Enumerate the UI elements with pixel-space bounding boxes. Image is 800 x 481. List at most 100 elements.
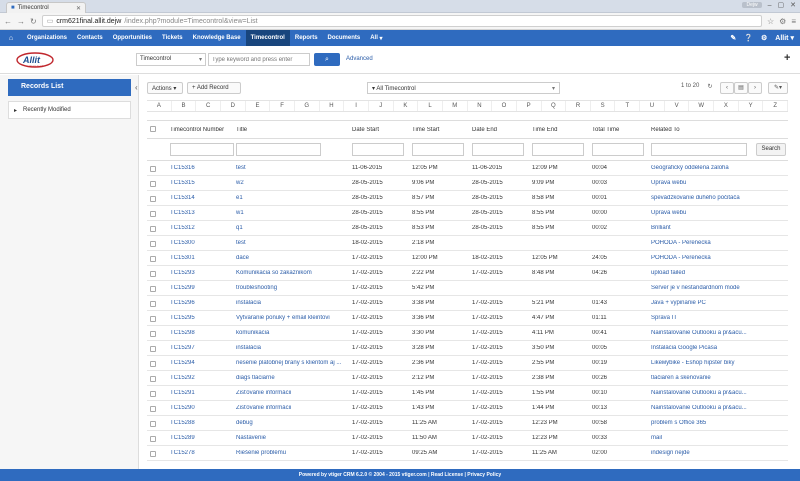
module-select[interactable]: Timecontrol ▾ (136, 53, 206, 66)
row-checkbox[interactable] (150, 361, 156, 367)
url-field[interactable]: ▭ crm621final.allit.dejw/index.php?modul… (41, 15, 762, 27)
cell-rel[interactable]: POHODA - Perenecká (651, 255, 756, 261)
cell-title[interactable]: instalacia (236, 300, 348, 306)
settings-icon[interactable]: ⚙ (779, 17, 786, 26)
cell-title[interactable]: komunikacia (236, 330, 348, 336)
row-checkbox[interactable] (150, 211, 156, 217)
col-timecontrol-number[interactable]: Timecontrol Number (170, 127, 232, 133)
filter-title-input[interactable] (236, 143, 321, 156)
alphabet-letter-x[interactable]: X (714, 101, 739, 111)
filter-time-start-input[interactable] (412, 143, 464, 156)
alphabet-letter-l[interactable]: L (418, 101, 443, 111)
cell-rel[interactable]: upload failed (651, 270, 756, 276)
col-date-end[interactable]: Date End (472, 127, 528, 133)
cell-num[interactable]: TC15298 (170, 330, 232, 336)
table-row[interactable]: TC15313 w1 28-05-2015 8:55 PM 28-05-2015 8:55… (147, 206, 788, 221)
cell-title[interactable]: w1 (236, 210, 348, 216)
cell-num[interactable]: TC15316 (170, 165, 232, 171)
alphabet-letter-c[interactable]: C (196, 101, 221, 111)
nav-timecontrol[interactable]: Timecontrol (245, 30, 290, 46)
cell-num[interactable]: TC15288 (170, 420, 232, 426)
row-checkbox[interactable] (150, 241, 156, 247)
cell-title[interactable]: test (236, 165, 348, 171)
table-row[interactable]: TC15301 dace 17-02-2015 12:00 PM 18-02-2015 1… (147, 251, 788, 266)
cell-num[interactable]: TC15294 (170, 360, 232, 366)
nav-opportunities[interactable]: Opportunities (108, 30, 157, 46)
alphabet-letter-i[interactable]: I (344, 101, 369, 111)
table-row[interactable]: TC15297 inštalácia 17-02-2015 3:28 PM 17-02-… (147, 341, 788, 356)
alphabet-letter-y[interactable]: Y (739, 101, 764, 111)
alphabet-letter-d[interactable]: D (221, 101, 246, 111)
alphabet-letter-a[interactable]: A (147, 101, 172, 111)
cell-rel[interactable]: Nainštalovanie Outlooku a pr&acu... (651, 405, 756, 411)
cell-rel[interactable]: Java + vypinanie PC (651, 300, 756, 306)
table-row[interactable]: TC15289 Nastavenie 17-02-2015 11:50 AM 17-02… (147, 431, 788, 446)
alphabet-letter-p[interactable]: P (517, 101, 542, 111)
cell-rel[interactable]: problem s Office 365 (651, 420, 756, 426)
cell-num[interactable]: TC15293 (170, 270, 232, 276)
alphabet-letter-m[interactable]: M (443, 101, 468, 111)
nav-contacts[interactable]: Contacts (72, 30, 108, 46)
tab-close-icon[interactable]: ✕ (76, 5, 81, 12)
cell-rel[interactable]: Sprava IT (651, 315, 756, 321)
cell-title[interactable]: Zisťovanie informácii (236, 405, 348, 411)
page-jump-button[interactable]: ▤ (734, 82, 748, 94)
cell-num[interactable]: TC15292 (170, 375, 232, 381)
cell-rel[interactable]: Uprava webu (651, 180, 756, 186)
back-icon[interactable]: ← (4, 17, 12, 26)
col-title[interactable]: Title (236, 127, 348, 133)
reload-icon[interactable]: ↻ (30, 17, 37, 26)
next-page-button[interactable]: › (748, 82, 762, 94)
row-checkbox[interactable] (150, 316, 156, 322)
table-row[interactable]: TC15288 debug 17-02-2015 11:25 AM 17-02-2015… (147, 416, 788, 431)
global-search-input[interactable] (208, 53, 310, 66)
row-checkbox[interactable] (150, 391, 156, 397)
collapse-sidebar-icon[interactable]: ‹ (135, 83, 138, 92)
allit-logo[interactable]: Allit all you need (15, 51, 55, 69)
search-button[interactable]: ⌕ (314, 53, 340, 66)
col-total-time[interactable]: Total Time (592, 127, 648, 133)
col-time-end[interactable]: Time End (532, 127, 588, 133)
alphabet-letter-b[interactable]: B (172, 101, 197, 111)
alphabet-letter-n[interactable]: N (468, 101, 493, 111)
table-row[interactable]: TC15314 e1 28-05-2015 8:57 PM 28-05-2015 8:58… (147, 191, 788, 206)
row-checkbox[interactable] (150, 196, 156, 202)
cell-rel[interactable]: Nainštalovanie Outlooku a pr&acu... (651, 330, 756, 336)
user-menu[interactable]: Allit ▾ (775, 34, 794, 42)
add-record-button[interactable]: + Add Record (187, 82, 241, 94)
prev-page-button[interactable]: ‹ (720, 82, 734, 94)
row-checkbox[interactable] (150, 166, 156, 172)
alphabet-letter-z[interactable]: Z (763, 101, 789, 111)
table-row[interactable]: TC15312 q1 28-05-2015 8:53 PM 28-05-2015 8:55… (147, 221, 788, 236)
forward-icon[interactable]: → (17, 17, 25, 26)
close-window-icon[interactable]: ✕ (790, 1, 796, 9)
cell-rel[interactable]: Inštalácia Google Picasa (651, 345, 756, 351)
cell-num[interactable]: TC15313 (170, 210, 232, 216)
advanced-search-link[interactable]: Advanced (346, 56, 373, 62)
cell-num[interactable]: TC15314 (170, 195, 232, 201)
nav-organizations[interactable]: Organizations (22, 30, 72, 46)
gear-icon[interactable]: ⚙ (761, 34, 767, 42)
maximize-icon[interactable]: ▢ (778, 1, 785, 9)
alphabet-letter-r[interactable]: R (566, 101, 591, 111)
table-row[interactable]: TC15278 Riešenie problému 17-02-2015 09:25 … (147, 446, 788, 461)
filter-timecontrol-number-input[interactable] (170, 143, 234, 156)
alphabet-letter-e[interactable]: E (246, 101, 271, 111)
cell-rel[interactable]: Nainštalovanie Outlooku a pr&acu... (651, 390, 756, 396)
alphabet-letter-s[interactable]: S (591, 101, 616, 111)
cell-rel[interactable]: Geografický oddelena zaloha (651, 165, 756, 171)
cell-num[interactable]: TC15301 (170, 255, 232, 261)
cell-num[interactable]: TC15300 (170, 240, 232, 246)
browser-tab[interactable]: ■ Timecontrol ✕ (6, 2, 86, 13)
cell-num[interactable]: TC15312 (170, 225, 232, 231)
table-row[interactable]: TC15316 test 11-06-2015 12:05 PM 11-06-2015 1… (147, 161, 788, 176)
table-row[interactable]: TC15298 komunikacia 17-02-2015 3:30 PM 17-02… (147, 326, 788, 341)
table-row[interactable]: TC15299 troubleshooting 17-02-2015 5:42 PM S… (147, 281, 788, 296)
cell-title[interactable]: q1 (236, 225, 348, 231)
cell-rel[interactable]: Likeмybike - Eshop hipster biky (651, 360, 756, 366)
cell-title[interactable]: Nastavenie (236, 435, 348, 441)
cell-title[interactable]: Vytvaranie ponuky + email kleintovi (236, 315, 348, 321)
cell-num[interactable]: TC15297 (170, 345, 232, 351)
row-checkbox[interactable] (150, 376, 156, 382)
quick-create-plus-icon[interactable]: + (784, 52, 790, 64)
